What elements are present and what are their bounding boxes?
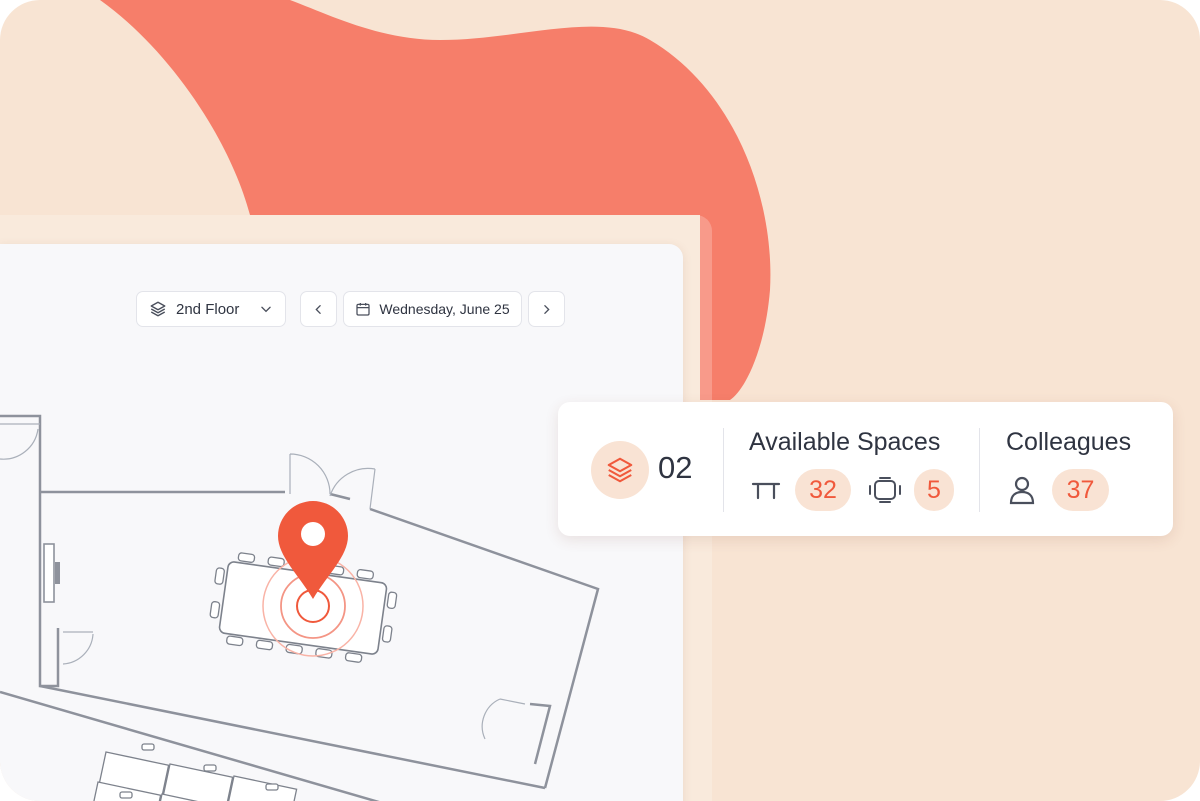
rooms-count-badge: 5	[914, 469, 954, 511]
floor-badge	[591, 441, 649, 499]
floor-selector[interactable]: 2nd Floor	[136, 291, 286, 327]
date-label: Wednesday, June 25	[379, 301, 510, 317]
hero-illustration: 2nd Floor Wednesday, June 25 02 Availabl…	[0, 0, 1200, 801]
chevron-right-icon	[540, 303, 553, 316]
divider	[979, 428, 980, 512]
layers-icon	[149, 300, 167, 318]
available-spaces-title: Available Spaces	[749, 428, 941, 456]
divider	[723, 428, 724, 512]
colleagues-title: Colleagues	[1006, 428, 1132, 456]
next-day-button[interactable]	[528, 291, 565, 327]
meeting-room-icon	[867, 476, 903, 504]
layers-icon	[605, 455, 635, 485]
colleagues-count-badge: 37	[1052, 469, 1109, 511]
desk-icon	[751, 478, 781, 502]
calendar-icon	[355, 301, 371, 317]
floor-selector-label: 2nd Floor	[176, 300, 240, 318]
floor-number: 02	[658, 450, 693, 485]
date-picker[interactable]: Wednesday, June 25	[343, 291, 522, 327]
occupancy-summary-card: 02 Available Spaces 32 5 Colleagues 37	[558, 402, 1173, 536]
chevron-down-icon	[259, 302, 273, 316]
previous-day-button[interactable]	[300, 291, 337, 327]
person-icon	[1009, 475, 1035, 505]
desks-count-badge: 32	[795, 469, 851, 511]
chevron-left-icon	[312, 303, 325, 316]
